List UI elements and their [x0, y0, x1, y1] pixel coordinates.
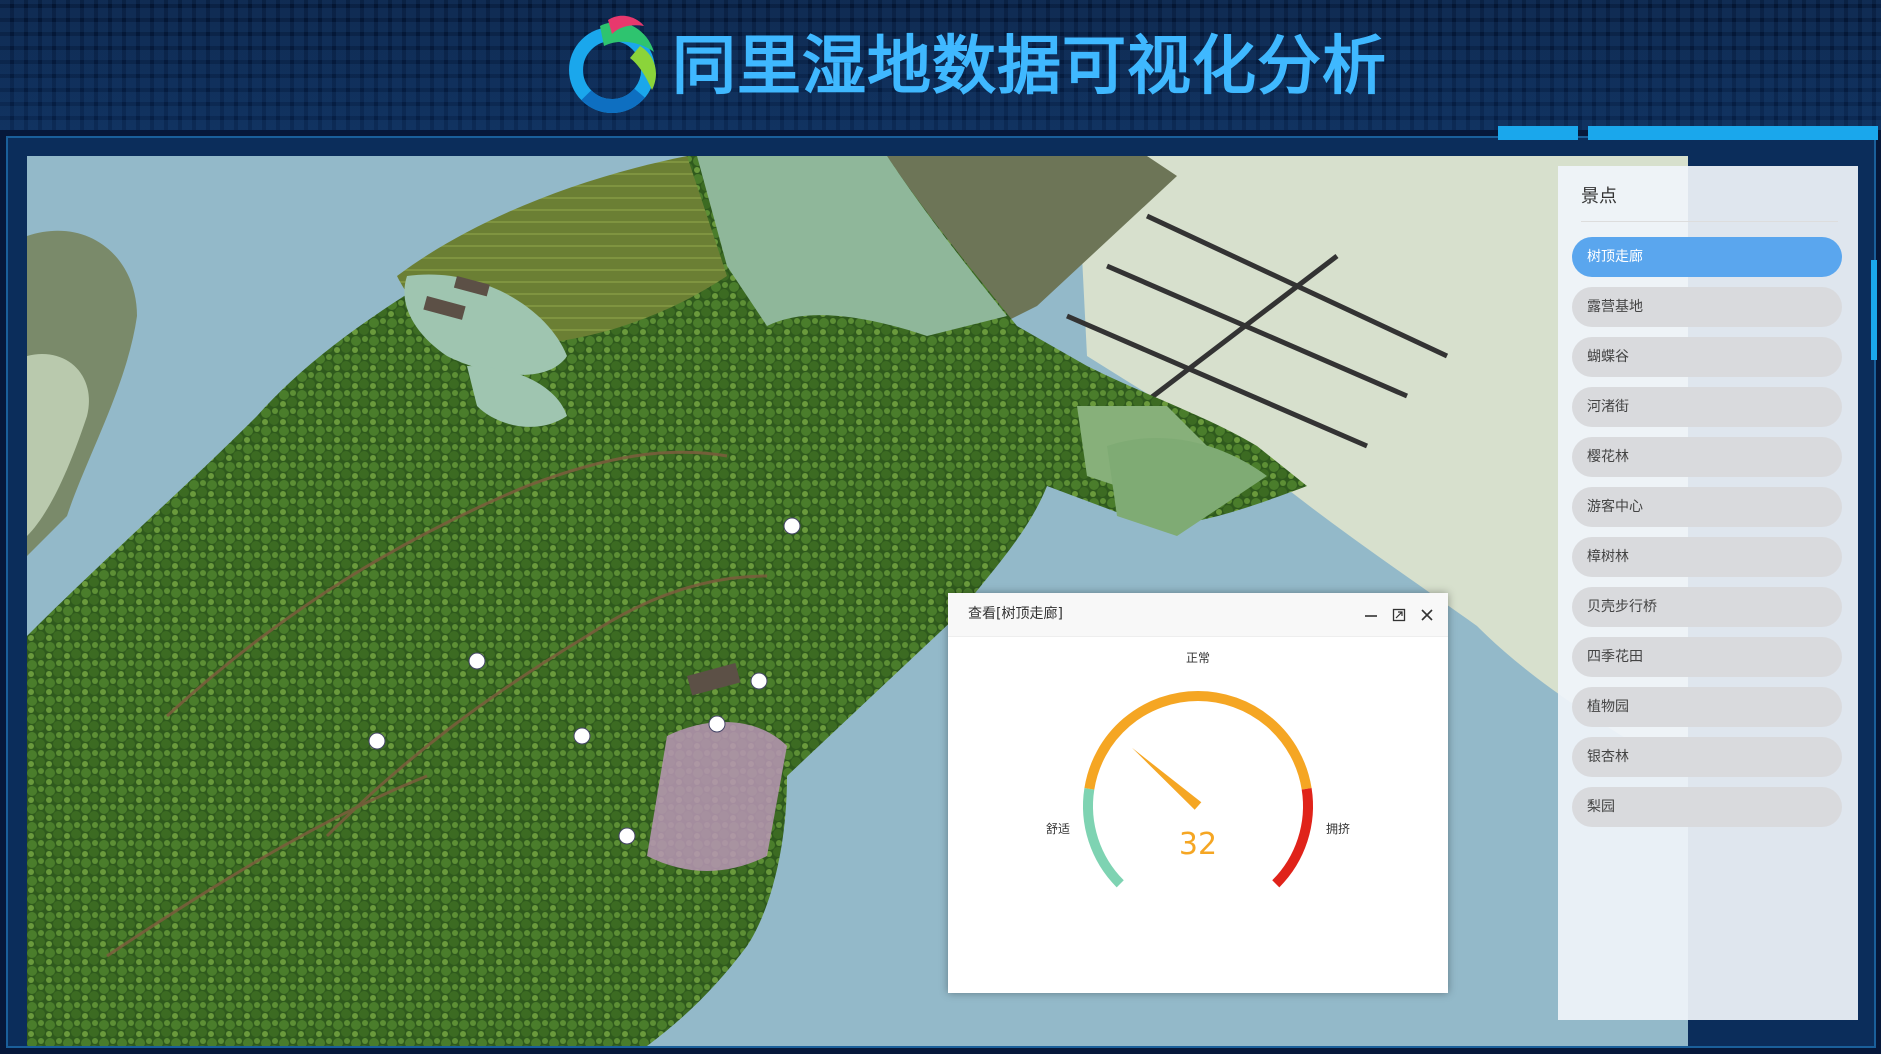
gauge-label-top: 正常 [1186, 651, 1210, 665]
frame-decoration [1871, 260, 1877, 360]
detail-dialog: 查看[树顶走廊] 正常 舒适 拥挤 32 [948, 593, 1448, 993]
attractions-panel: 景点 树顶走廊 露营基地 蝴蝶谷 河渚街 樱花林 游客中心 樟树林 贝壳步行桥 … [1558, 166, 1858, 1020]
dialog-header: 查看[树顶走廊] [948, 593, 1448, 637]
attraction-item[interactable]: 树顶走廊 [1572, 237, 1842, 277]
gauge-pointer [1131, 747, 1202, 810]
attraction-item[interactable]: 露营基地 [1572, 287, 1842, 327]
crowd-gauge: 正常 舒适 拥挤 32 [1046, 651, 1350, 888]
page-title: 同里湿地数据可视化分析 [672, 30, 1387, 104]
gauge-label-left: 舒适 [1046, 822, 1070, 836]
header-bar: 同里湿地数据可视化分析 [0, 0, 1881, 130]
close-icon[interactable] [1416, 604, 1438, 626]
attraction-item[interactable]: 河渚街 [1572, 387, 1842, 427]
maximize-icon[interactable] [1388, 604, 1410, 626]
attraction-item[interactable]: 蝴蝶谷 [1572, 337, 1842, 377]
frame-decoration [1498, 126, 1578, 140]
attraction-item[interactable]: 植物园 [1572, 687, 1842, 727]
attraction-item[interactable]: 樱花林 [1572, 437, 1842, 477]
attraction-item[interactable]: 梨园 [1572, 787, 1842, 827]
attraction-item[interactable]: 贝壳步行桥 [1572, 587, 1842, 627]
frame-decoration [1588, 126, 1878, 140]
minimize-icon[interactable] [1360, 604, 1382, 626]
dialog-title: 查看[树顶走廊] [968, 606, 1063, 622]
panel-title: 景点 [1581, 186, 1617, 207]
attraction-item[interactable]: 四季花田 [1572, 637, 1842, 677]
gauge-label-right: 拥挤 [1326, 821, 1350, 836]
attraction-item[interactable]: 樟树林 [1572, 537, 1842, 577]
gauge-arc-high [1272, 788, 1313, 888]
gauge-arc-mid [1084, 691, 1312, 790]
divider [1581, 221, 1838, 222]
gauge-arc-low [1083, 788, 1124, 888]
gauge-value: 32 [1179, 827, 1217, 862]
attraction-item[interactable]: 银杏林 [1572, 737, 1842, 777]
attraction-item[interactable]: 游客中心 [1572, 487, 1842, 527]
attractions-list: 树顶走廊 露营基地 蝴蝶谷 河渚街 樱花林 游客中心 樟树林 贝壳步行桥 四季花… [1572, 237, 1842, 837]
app-logo-icon [569, 15, 656, 113]
